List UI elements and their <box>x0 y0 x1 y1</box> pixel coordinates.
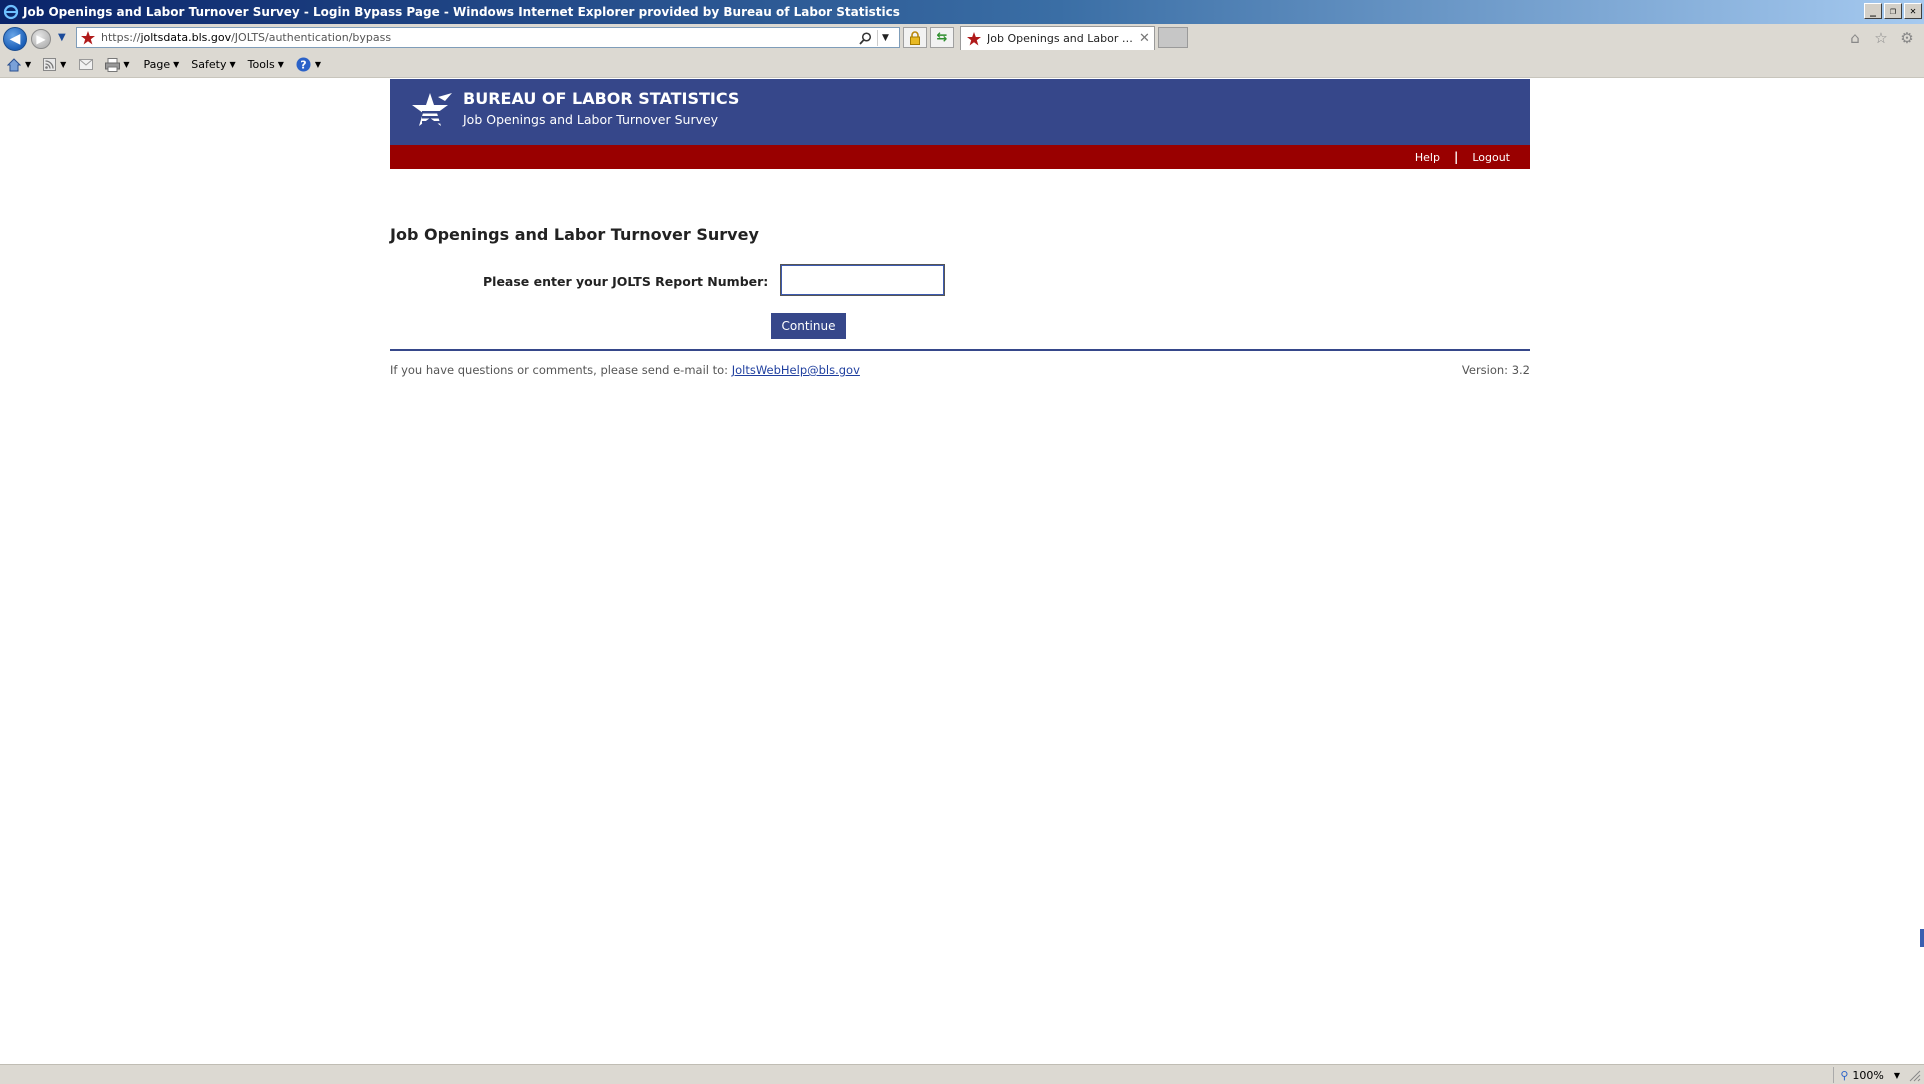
home-icon[interactable]: ⌂ <box>1846 29 1864 47</box>
chevron-down-icon: ▼ <box>173 60 180 69</box>
version-label: Version: 3.2 <box>1461 363 1530 377</box>
print-icon <box>104 57 120 73</box>
refresh-button[interactable]: ⇆ <box>930 27 954 48</box>
url-path: /JOLTS/authentication/bypass <box>231 31 392 44</box>
report-number-label: Please enter your JOLTS Report Number: <box>483 274 769 289</box>
tab-close-icon[interactable]: ✕ <box>1139 31 1150 46</box>
tools-menu-label: Tools <box>247 58 275 71</box>
chevron-down-icon: ▼ <box>60 60 67 69</box>
site-banner: BUREAU OF LABOR STATISTICS Job Openings … <box>390 79 1530 145</box>
utility-nav: Help | Logout <box>390 145 1530 169</box>
restore-button[interactable]: ❐ <box>1884 3 1902 19</box>
logout-link[interactable]: Logout <box>1472 151 1510 164</box>
browser-right-icons: ⌂ ☆ ⚙ <box>1846 29 1916 47</box>
safety-menu-label: Safety <box>191 58 227 71</box>
back-button[interactable]: ◀ <box>3 27 27 51</box>
help-email-link[interactable]: JoltsWebHelp@bls.gov <box>732 363 860 377</box>
new-tab-button[interactable] <box>1158 27 1188 48</box>
lock-icon <box>910 30 920 45</box>
report-number-form: Please enter your JOLTS Report Number: C… <box>390 264 1530 339</box>
security-lock-button[interactable] <box>903 27 927 48</box>
mail-menu[interactable] <box>78 57 94 73</box>
tools-menu[interactable]: Tools ▼ <box>248 58 284 71</box>
forward-arrow-icon: ▶ <box>36 32 46 46</box>
rss-feed-icon <box>41 57 57 73</box>
close-window-button[interactable]: ✕ <box>1904 3 1922 19</box>
nav-separator: | <box>1453 150 1459 164</box>
status-bar: ⚲ 100% ▼ <box>0 1064 1924 1084</box>
history-dropdown-icon[interactable]: ▼ <box>58 32 66 43</box>
agency-name: BUREAU OF LABOR STATISTICS <box>463 89 740 108</box>
continue-button[interactable]: Continue <box>771 313 846 339</box>
window-controls: _ ❐ ✕ <box>1864 3 1922 19</box>
home-small-icon <box>6 57 22 73</box>
back-arrow-icon: ◀ <box>9 31 21 47</box>
favorites-star-icon[interactable]: ☆ <box>1872 29 1890 47</box>
command-bar: ▼ ▼ ▼ Page ▼ Safety ▼ Tools ▼ ? ▼ <box>0 52 1924 78</box>
address-toolbar: ◀ ▶ ▼ https://joltsdata.bls.gov/JOLTS/au… <box>0 24 1924 52</box>
safety-menu[interactable]: Safety ▼ <box>191 58 235 71</box>
chevron-down-icon: ▼ <box>25 60 32 69</box>
home-menu[interactable]: ▼ <box>6 57 31 73</box>
survey-name: Job Openings and Labor Turnover Survey <box>463 112 719 127</box>
bls-favicon-icon <box>81 30 95 45</box>
help-question-icon: ? <box>296 57 312 73</box>
zoom-level: 100% <box>1852 1068 1884 1082</box>
print-menu[interactable]: ▼ <box>104 57 129 73</box>
page-title: Job Openings and Labor Turnover Survey <box>390 225 759 244</box>
window-title: Job Openings and Labor Turnover Survey -… <box>23 5 900 19</box>
footer-note: If you have questions or comments, pleas… <box>390 363 860 377</box>
feeds-menu[interactable]: ▼ <box>41 57 66 73</box>
address-dropdown-icon[interactable]: ▼ <box>877 30 893 46</box>
resize-grip-icon[interactable] <box>1907 1068 1921 1082</box>
bls-star-logo-icon <box>412 93 452 126</box>
url-prefix: https:// <box>101 31 141 44</box>
tab-active[interactable]: Job Openings and Labor Tur... ✕ <box>960 26 1155 50</box>
window-titlebar: Job Openings and Labor Turnover Survey -… <box>0 0 1924 24</box>
address-input[interactable]: https://joltsdata.bls.gov/JOLTS/authenti… <box>76 27 900 48</box>
chevron-down-icon: ▼ <box>123 60 130 69</box>
forward-button[interactable]: ▶ <box>31 29 51 49</box>
refresh-icon: ⇆ <box>936 30 948 45</box>
chevron-down-icon: ▼ <box>1893 1070 1900 1080</box>
url-domain: joltsdata.bls.gov <box>140 31 232 44</box>
scroll-indicator <box>1920 929 1924 947</box>
page-menu[interactable]: Page ▼ <box>143 58 179 71</box>
report-number-input[interactable] <box>780 264 945 296</box>
mail-icon <box>78 57 94 73</box>
zoom-control[interactable]: ⚲ 100% ▼ <box>1833 1067 1900 1083</box>
page-menu-label: Page <box>143 58 171 71</box>
ie-logo-icon <box>2 3 20 21</box>
zoom-icon: ⚲ <box>1840 1068 1849 1082</box>
svg-text:?: ? <box>301 59 307 72</box>
footer-note-text: If you have questions or comments, pleas… <box>390 363 729 377</box>
minimize-button[interactable]: _ <box>1864 3 1882 19</box>
chevron-down-icon: ▼ <box>277 60 284 69</box>
search-icon[interactable] <box>857 30 873 46</box>
help-link[interactable]: Help <box>1415 151 1440 164</box>
gear-icon[interactable]: ⚙ <box>1898 29 1916 47</box>
footer-divider <box>390 349 1530 351</box>
address-url: https://joltsdata.bls.gov/JOLTS/authenti… <box>101 31 391 44</box>
help-menu[interactable]: ? ▼ <box>296 57 321 73</box>
tab-label: Job Openings and Labor Tur... <box>987 32 1135 45</box>
tab-favicon-icon <box>967 31 981 46</box>
chevron-down-icon: ▼ <box>229 60 236 69</box>
page-content: BUREAU OF LABOR STATISTICS Job Openings … <box>390 79 1530 393</box>
chevron-down-icon: ▼ <box>314 60 322 69</box>
page-footer: If you have questions or comments, pleas… <box>390 363 1530 393</box>
